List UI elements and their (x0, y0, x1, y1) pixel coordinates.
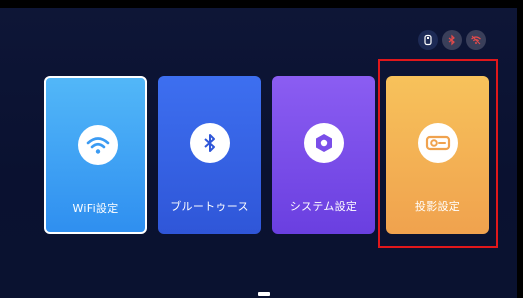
bluetooth-off-icon (442, 30, 462, 50)
system-icon-circle (304, 123, 344, 163)
bluetooth-icon (204, 134, 215, 152)
wifi-icon (86, 137, 110, 154)
bluetooth-settings-tile[interactable]: ブルートゥース (158, 76, 261, 234)
hexagon-settings-icon (316, 134, 332, 152)
wifi-off-icon (466, 30, 486, 50)
right-border (517, 0, 523, 298)
system-settings-label: システム設定 (289, 200, 358, 213)
wifi-settings-tile[interactable]: WiFi設定 (44, 76, 147, 234)
bluetooth-settings-label: ブルートゥース (170, 200, 249, 213)
wifi-settings-label: WiFi設定 (72, 202, 119, 215)
wifi-icon-circle (78, 125, 118, 165)
bottom-indicator (258, 292, 270, 296)
top-border (0, 0, 523, 8)
bluetooth-icon-circle (190, 123, 230, 163)
status-bar (418, 30, 486, 50)
usb-icon (418, 30, 438, 50)
system-settings-tile[interactable]: システム設定 (272, 76, 375, 234)
highlight-box (378, 59, 498, 248)
